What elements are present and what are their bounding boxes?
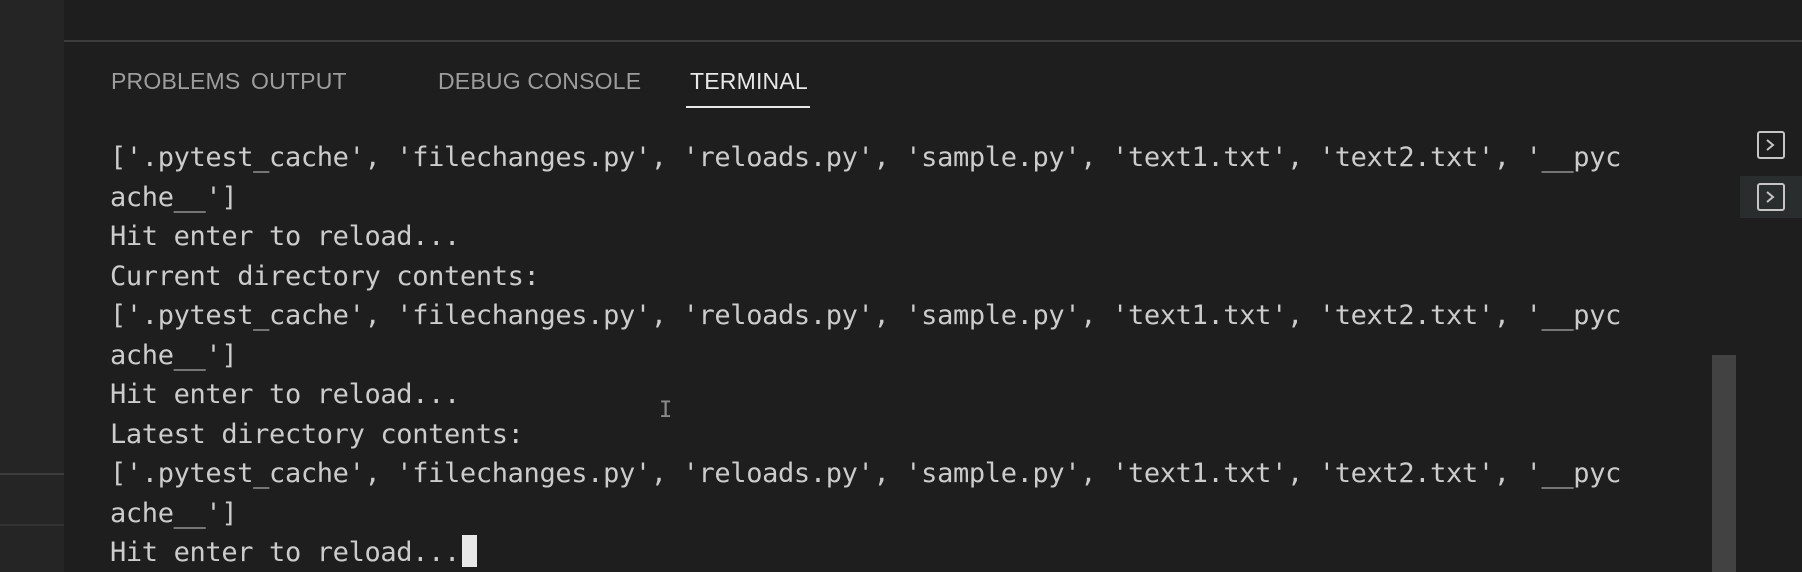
vscode-window: PROBLEMS OUTPUT DEBUG CONSOLE TERMINAL [… bbox=[0, 0, 1802, 572]
terminal-tab-item-selected[interactable] bbox=[1740, 176, 1802, 218]
tab-debug-console[interactable]: DEBUG CONSOLE bbox=[438, 68, 641, 95]
tab-terminal[interactable]: TERMINAL bbox=[690, 68, 808, 95]
bottom-panel: PROBLEMS OUTPUT DEBUG CONSOLE TERMINAL [… bbox=[64, 42, 1802, 572]
terminal-icon bbox=[1757, 183, 1785, 211]
terminal-line: ['.pytest_cache', 'filechanges.py', 'rel… bbox=[110, 300, 1622, 331]
terminal-prompt-line: Hit enter to reload... bbox=[110, 533, 1750, 572]
side-bar bbox=[0, 0, 64, 572]
terminal-tab-item[interactable] bbox=[1740, 124, 1802, 166]
terminal-line: ['.pytest_cache', 'filechanges.py', 'rel… bbox=[110, 142, 1622, 173]
tab-problems[interactable]: PROBLEMS bbox=[111, 68, 240, 95]
side-bar-divider bbox=[0, 524, 64, 526]
terminal-line: Latest directory contents: bbox=[110, 418, 524, 450]
side-bar-divider bbox=[0, 473, 64, 475]
terminal-cursor bbox=[461, 535, 477, 567]
ibeam-cursor-icon: I bbox=[659, 398, 673, 423]
terminal-line-text: Hit enter to reload... bbox=[110, 537, 460, 568]
terminal-output[interactable]: ['.pytest_cache', 'filechanges.py', 'rel… bbox=[110, 138, 1750, 572]
terminal-line: ache__'] bbox=[110, 339, 238, 371]
terminal-line: Hit enter to reload... bbox=[110, 379, 460, 410]
panel-tabs: PROBLEMS OUTPUT DEBUG CONSOLE TERMINAL bbox=[64, 42, 1714, 112]
editor-area bbox=[0, 0, 1802, 40]
terminal-scrollbar-thumb[interactable] bbox=[1712, 355, 1736, 572]
terminal-line: ache__'] bbox=[110, 497, 238, 529]
tab-output[interactable]: OUTPUT bbox=[251, 68, 347, 95]
terminal-line: Hit enter to reload... bbox=[110, 221, 460, 252]
terminal-line: Current directory contents: bbox=[110, 260, 540, 292]
active-tab-indicator bbox=[686, 106, 810, 108]
terminal-line: ['.pytest_cache', 'filechanges.py', 'rel… bbox=[110, 458, 1622, 489]
terminal-line: ache__'] bbox=[110, 181, 238, 213]
terminal-icon bbox=[1757, 131, 1785, 159]
